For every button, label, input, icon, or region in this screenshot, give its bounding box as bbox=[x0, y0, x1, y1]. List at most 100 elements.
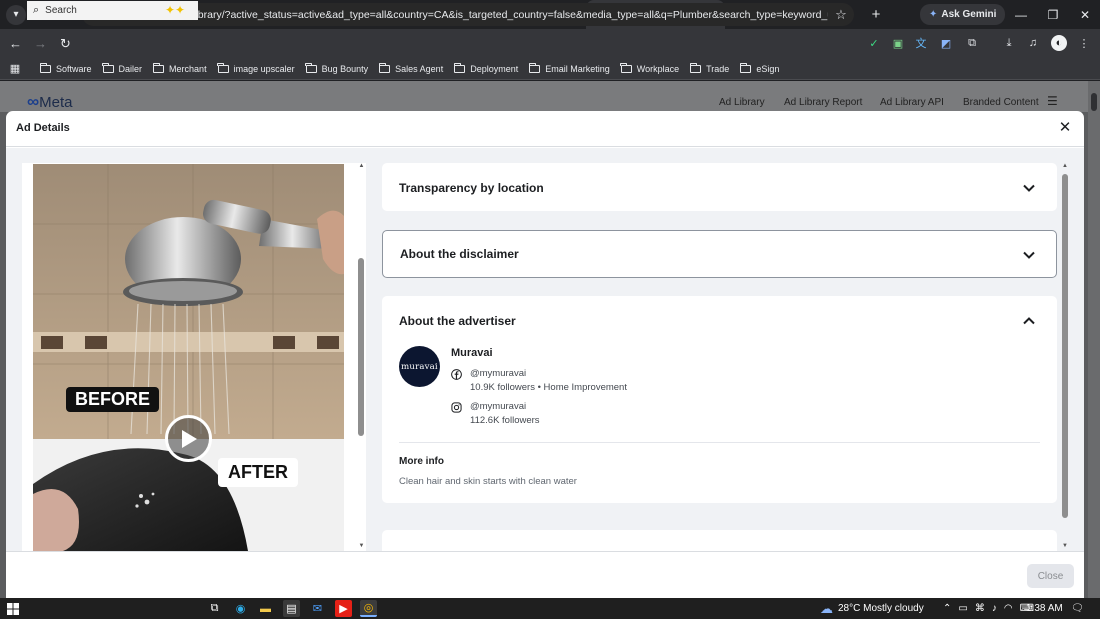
nav-branded-content[interactable]: Branded Content bbox=[963, 97, 1039, 108]
bookmark-label: Workplace bbox=[636, 63, 680, 74]
taskbar-search-input[interactable]: ⌕ Search ✦✦ bbox=[27, 1, 198, 20]
url-text: facebook.com/ads/library/?active_status=… bbox=[104, 8, 828, 21]
chevron-down-icon[interactable] bbox=[1022, 248, 1036, 262]
mail-icon[interactable]: ✉ bbox=[309, 600, 326, 617]
modal-header: Ad Details ✕ bbox=[6, 111, 1084, 147]
downloads-icon[interactable]: ⤓ bbox=[1001, 35, 1017, 51]
wifi-icon[interactable]: ◠ bbox=[1004, 603, 1013, 614]
weather-widget[interactable]: ☁ 28°C Mostly cloudy bbox=[820, 598, 924, 619]
ask-gemini-button[interactable]: ✦ Ask Gemini bbox=[920, 4, 1006, 25]
network-icon[interactable]: ⌘ bbox=[975, 603, 985, 614]
bookmark-folder[interactable]: Sales Agent bbox=[378, 62, 444, 74]
bookmark-folder[interactable]: image upscaler bbox=[217, 62, 295, 74]
bookmark-folder[interactable]: Trade bbox=[689, 62, 730, 74]
extension-icon-3[interactable]: 文 bbox=[913, 35, 929, 51]
youtube-app-icon[interactable]: ▶ bbox=[335, 600, 352, 617]
details-scrollbar[interactable]: ▲ ▼ bbox=[1060, 163, 1070, 551]
system-tray: ⌃ ▭ ⌘ ♪ ◠ ⌨ bbox=[943, 598, 1034, 619]
modal-footer: Close bbox=[6, 551, 1084, 598]
next-section-partial[interactable] bbox=[382, 530, 1057, 551]
notification-icon[interactable]: 🗨 bbox=[1071, 598, 1084, 619]
store-icon[interactable]: ▤ bbox=[283, 600, 300, 617]
advertiser-avatar[interactable]: muravai bbox=[399, 346, 440, 387]
bookmark-label: Trade bbox=[706, 63, 730, 74]
ad-video-preview[interactable]: BEFORE AFTER bbox=[33, 164, 344, 551]
minimize-button[interactable]: — bbox=[1004, 0, 1038, 29]
profile-avatar[interactable]: ◐ bbox=[1051, 35, 1067, 51]
volume-icon[interactable]: ♪ bbox=[992, 603, 997, 614]
bookmark-folder[interactable]: Email Marketing bbox=[528, 62, 610, 74]
bookmark-folder[interactable]: Deployment bbox=[453, 62, 518, 74]
tab-search-button[interactable]: ▾ bbox=[6, 4, 26, 25]
instagram-handle[interactable]: @mymuravai bbox=[470, 401, 526, 412]
nav-ad-library[interactable]: Ad Library bbox=[719, 97, 765, 108]
bookmark-folder[interactable]: eSign bbox=[740, 62, 779, 74]
task-view-icon[interactable]: ⧉ bbox=[206, 600, 223, 617]
section-transparency-title: Transparency by location bbox=[399, 181, 544, 195]
folder-icon bbox=[689, 62, 702, 73]
extension-icon-4[interactable]: ◩ bbox=[938, 35, 954, 51]
chrome-menu-icon[interactable]: ⋮ bbox=[1076, 35, 1092, 51]
bookmark-folder[interactable]: Software bbox=[39, 62, 92, 74]
folder-icon bbox=[305, 62, 317, 73]
search-highlight-icon: ✦✦ bbox=[165, 3, 186, 17]
folder-icon bbox=[39, 62, 51, 73]
bookmark-folder[interactable]: Workplace bbox=[620, 62, 680, 74]
facebook-icon bbox=[451, 369, 462, 380]
tray-overflow-icon[interactable]: ⌃ bbox=[943, 603, 951, 614]
page-scrollbar[interactable] bbox=[1088, 81, 1100, 598]
bookmark-star-icon[interactable]: ☆ bbox=[828, 7, 854, 23]
nav-ad-library-report[interactable]: Ad Library Report bbox=[784, 97, 862, 108]
meta-logo[interactable]: ∞ Meta bbox=[27, 92, 72, 112]
clock[interactable]: 1:38 AM bbox=[1026, 598, 1063, 619]
bookmark-label: Sales Agent bbox=[395, 63, 444, 74]
extension-icon-1[interactable]: ✓ bbox=[866, 35, 882, 51]
creative-scrollbar[interactable]: ▲ ▼ bbox=[357, 163, 366, 551]
meta-infinity-icon: ∞ bbox=[27, 92, 39, 111]
edge-icon[interactable]: ◉ bbox=[232, 600, 249, 617]
back-button[interactable]: ← bbox=[3, 36, 28, 51]
instagram-icon bbox=[451, 402, 462, 413]
play-button[interactable] bbox=[165, 415, 212, 462]
bookmark-label: image upscaler bbox=[233, 63, 295, 74]
restore-button[interactable]: ❐ bbox=[1036, 0, 1070, 29]
windows-start-button[interactable] bbox=[0, 598, 26, 619]
section-transparency[interactable]: Transparency by location bbox=[382, 163, 1057, 211]
weather-text: 28°C Mostly cloudy bbox=[838, 603, 924, 614]
forward-button[interactable]: → bbox=[28, 36, 53, 51]
media-control-icon[interactable]: ♫ bbox=[1025, 35, 1041, 51]
extension-icon-2[interactable]: ▣ bbox=[890, 35, 906, 51]
more-info-label: More info bbox=[399, 456, 444, 467]
before-label: BEFORE bbox=[66, 387, 160, 412]
apps-grid-icon[interactable]: ▦ bbox=[8, 62, 22, 75]
window-close-button[interactable]: ✕ bbox=[1068, 0, 1100, 29]
chevron-down-icon[interactable] bbox=[1022, 181, 1036, 195]
advertiser-name[interactable]: Muravai bbox=[451, 347, 493, 359]
taskbar bbox=[0, 598, 1100, 619]
search-icon: ⌕ bbox=[33, 4, 40, 16]
facebook-followers: 10.9K followers • Home Improvement bbox=[470, 382, 627, 393]
modal-close-icon[interactable]: ✕ bbox=[1056, 119, 1074, 137]
bookmark-label: Merchant bbox=[169, 63, 207, 74]
device-icon[interactable]: ▭ bbox=[958, 603, 967, 614]
new-tab-button[interactable]: + bbox=[864, 6, 888, 23]
chrome-app-icon[interactable]: ◎ bbox=[360, 600, 377, 617]
reload-button[interactable]: ↻ bbox=[53, 36, 78, 52]
nav-ad-library-api[interactable]: Ad Library API bbox=[880, 97, 944, 108]
hamburger-menu-icon[interactable]: ☰ bbox=[1047, 94, 1058, 108]
section-advertiser-title: About the advertiser bbox=[399, 314, 516, 328]
creative-panel: BEFORE AFTER ▲ ▼ bbox=[22, 163, 366, 551]
bookmark-folder[interactable]: Bug Bounty bbox=[305, 62, 368, 74]
close-button[interactable]: Close bbox=[1027, 564, 1074, 588]
extensions-puzzle-icon[interactable]: ⧉ bbox=[964, 35, 980, 51]
meta-header: ∞ Meta Ad Library Ad Library Report Ad L… bbox=[0, 81, 1100, 112]
taskbar-search-placeholder: Search bbox=[45, 5, 77, 16]
bookmark-folder[interactable]: Merchant bbox=[152, 62, 207, 74]
chevron-up-icon[interactable] bbox=[1022, 314, 1036, 328]
facebook-handle[interactable]: @mymuravai bbox=[470, 368, 526, 379]
file-explorer-icon[interactable]: ▬ bbox=[257, 600, 274, 617]
modal-title: Ad Details bbox=[16, 122, 70, 134]
folder-icon bbox=[453, 62, 466, 73]
bookmark-folder[interactable]: Dailer bbox=[102, 62, 142, 74]
section-disclaimer[interactable]: About the disclaimer bbox=[382, 230, 1057, 278]
